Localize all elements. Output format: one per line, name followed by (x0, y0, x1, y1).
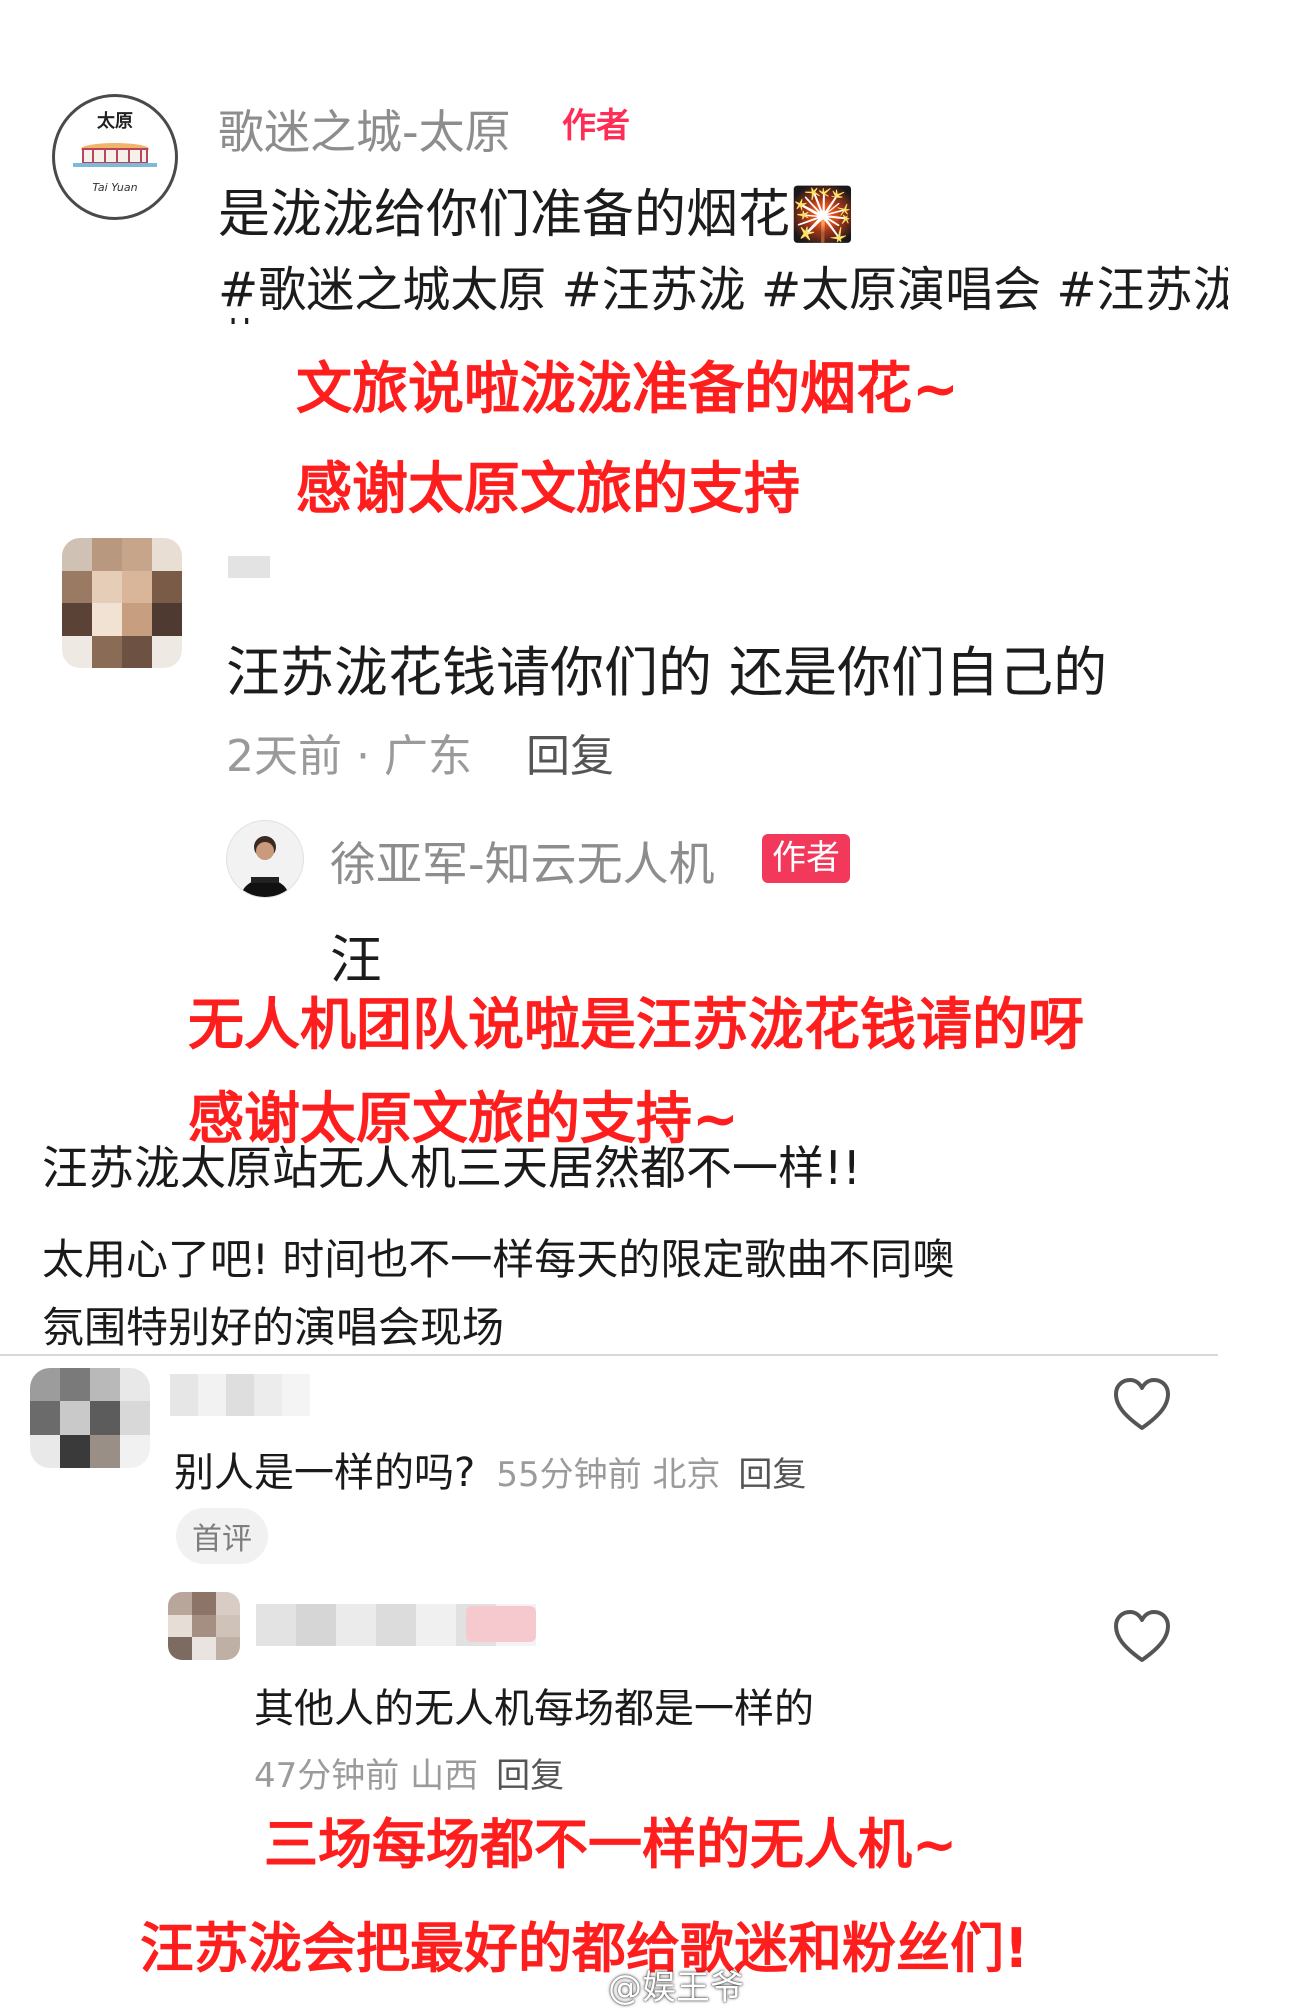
commenter-name-blurred (170, 1374, 310, 1416)
post-hashtags[interactable]: #歌迷之城太原 #汪苏泷 #太原演唱会 #汪苏泷 (218, 250, 1228, 320)
caption-drone-team: 无人机团队说啦是汪苏泷花钱请的呀 (188, 993, 1084, 1058)
person-icon (227, 821, 303, 897)
watermark-text: @娱王爷 (608, 1968, 744, 2008)
like-heart-icon[interactable] (1112, 1376, 1172, 1432)
comment-time-location: 2天前 · 广东 (226, 731, 472, 782)
post-hashtags-overflow: 艹 (220, 318, 260, 344)
reply-author-name[interactable]: 徐亚军-知云无人机 (330, 828, 715, 894)
post-author-name[interactable]: 歌迷之城-太原 (218, 96, 511, 162)
comment-meta: 2天前 · 广东 回复 (226, 720, 614, 784)
comment-text: 汪苏泷花钱请你们的 还是你们自己的 (226, 641, 1108, 704)
avatar-caption-text: Tai Yuan (92, 181, 138, 194)
post2-line-1: 汪苏泷太原站无人机三天居然都不一样!! (42, 1141, 861, 1195)
fireworks-emoji: 🎇 (790, 185, 855, 245)
section-divider (0, 1354, 1218, 1356)
post2-line-3: 氛围特别好的演唱会现场 (42, 1303, 505, 1352)
first-comment-tag: 首评 (176, 1508, 268, 1564)
comment2-text: 别人是一样的吗? (174, 1450, 476, 1496)
replier-avatar-blurred[interactable] (168, 1592, 240, 1660)
weibo-logo-icon (562, 1969, 602, 2010)
commenter-avatar-blurred[interactable] (30, 1368, 150, 1468)
replier-badge-blurred (466, 1606, 536, 1642)
post-text: 是泷泷给你们准备的烟花🎇 (218, 172, 855, 247)
commenter-avatar-blurred[interactable] (62, 538, 182, 668)
like-heart-icon[interactable] (1112, 1608, 1172, 1664)
post-text-content: 是泷泷给你们准备的烟花 (218, 185, 791, 245)
commenter-name-blurred (228, 556, 270, 578)
post2-line-2: 太用心了吧! 时间也不一样每天的限定歌曲不同噢 (42, 1235, 955, 1284)
reply2-meta: 47分钟前 山西 回复 (254, 1748, 564, 1797)
caption-three-shows: 三场每场都不一样的无人机~ (264, 1813, 958, 1876)
post-author-avatar[interactable]: 太原 Tai Yuan (52, 94, 178, 220)
caption-thanks-1: 感谢太原文旅的支持 (296, 457, 800, 522)
comment2-time-location: 55分钟前 北京 (496, 1455, 721, 1495)
reply2-time-location: 47分钟前 山西 (254, 1756, 479, 1796)
comment2-body: 别人是一样的吗? 55分钟前 北京 回复 (174, 1440, 806, 1498)
reply-author-avatar[interactable] (226, 820, 304, 898)
avatar-title-text: 太原 (97, 111, 133, 132)
author-badge: 作者 (562, 106, 630, 146)
stadium-icon (73, 139, 157, 169)
author-badge: 作者 (762, 834, 850, 883)
reply2-text: 其他人的无人机每场都是一样的 (254, 1686, 814, 1732)
comment2-meta: 55分钟前 北京 回复 (496, 1455, 806, 1495)
weibo-watermark: @娱王爷 (562, 1960, 744, 2010)
caption-fireworks: 文旅说啦泷泷准备的烟花~ (296, 357, 959, 422)
reply-button[interactable]: 回复 (738, 1455, 806, 1495)
reply-button[interactable]: 回复 (496, 1756, 564, 1796)
reply-button[interactable]: 回复 (526, 731, 614, 782)
